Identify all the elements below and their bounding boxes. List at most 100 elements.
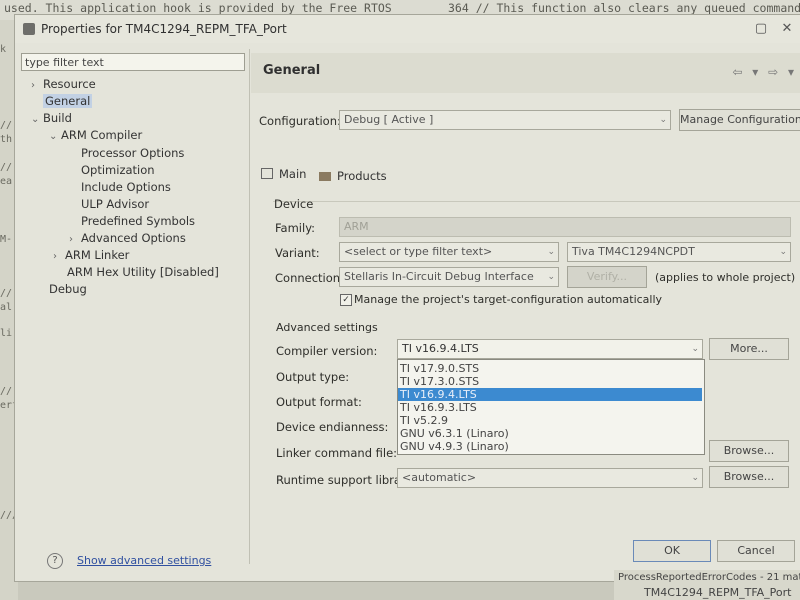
output-format-label: Output format: (276, 395, 362, 409)
dropdown-option[interactable]: GNU v6.3.1 (Linaro) (400, 427, 509, 440)
connection-label: Connection: (275, 271, 344, 285)
browse-linker-button[interactable]: Browse... (709, 440, 789, 462)
runtime-library-select[interactable]: <automatic> ⌄ (397, 468, 703, 488)
chevron-right-icon[interactable]: › (69, 234, 81, 245)
connection-select[interactable]: Stellaris In-Circuit Debug Interface ⌄ (339, 267, 559, 287)
chevron-down-icon: ⌄ (691, 344, 699, 354)
gutter-text: // (0, 162, 13, 173)
maximize-button[interactable]: ▢ (751, 20, 771, 38)
tab-divider (273, 201, 800, 202)
compiler-version-dropdown-list: TI v17.9.0.STS TI v17.3.0.STS TI v16.9.4… (397, 359, 705, 455)
tree-item-include-options[interactable]: Include Options (81, 180, 171, 194)
editor-text-left: used. This application hook is provided … (4, 1, 392, 15)
tree-item-resource[interactable]: › Resource (31, 77, 96, 91)
tree-item-ulp-advisor[interactable]: ULP Advisor (81, 197, 149, 211)
manage-target-checkbox[interactable]: ✓ (340, 294, 352, 306)
navigation-arrows-icon[interactable]: ⇦ ▾ ⇨ ▾ (732, 65, 797, 79)
variant-filter-select[interactable]: <select or type filter text> ⌄ (339, 242, 559, 262)
family-label: Family: (275, 221, 316, 235)
browse-runtime-button[interactable]: Browse... (709, 466, 789, 488)
main-tab-icon (261, 168, 273, 179)
gutter-text: al (0, 302, 13, 313)
dropdown-option-selected[interactable]: TI v16.9.4.LTS (398, 388, 702, 401)
editor-text-right: 364 // This function also clears any que… (448, 1, 800, 15)
gutter-text: // (0, 120, 13, 131)
tree-item-arm-compiler[interactable]: ⌄ ARM Compiler (49, 128, 142, 142)
gutter-text: th (0, 134, 13, 145)
properties-tree: › Resource General ⌄ Build ⌄ ARM Compiler P… (23, 77, 245, 557)
tree-item-build[interactable]: ⌄ Build (31, 111, 72, 125)
cancel-button[interactable]: Cancel (717, 540, 795, 562)
tree-item-debug[interactable]: Debug (49, 282, 87, 296)
variant-select[interactable]: Tiva TM4C1294NCPDT ⌄ (567, 242, 791, 262)
dropdown-option[interactable]: TI v17.9.0.STS (400, 362, 479, 375)
chevron-down-icon: ⌄ (659, 115, 667, 125)
gutter-text: // (0, 386, 13, 397)
gutter-text: M- (0, 234, 13, 245)
tab-products[interactable]: Products (319, 169, 387, 183)
tab-main-label: Main (279, 167, 307, 181)
tree-item-advanced-options[interactable]: › Advanced Options (69, 231, 186, 245)
panel-splitter[interactable] (249, 49, 250, 564)
variant-value: Tiva TM4C1294NCPDT (572, 245, 695, 258)
chevron-down-icon: ⌄ (779, 247, 787, 257)
linker-command-file-label: Linker command file: (276, 446, 398, 460)
device-endianness-label: Device endianness: (276, 420, 389, 434)
chevron-down-icon: ⌄ (547, 247, 555, 257)
tab-products-label: Products (337, 169, 387, 183)
output-type-label: Output type: (276, 370, 350, 384)
search-result-summary: ProcessReportedErrorCodes - 21 matche (618, 572, 800, 583)
dialog-titlebar[interactable]: Properties for TM4C1294_REPM_TFA_Port ▢ … (15, 15, 800, 43)
help-icon[interactable]: ? (47, 553, 63, 569)
variant-filter-value: <select or type filter text> (344, 245, 493, 258)
gutter-text: k (0, 44, 7, 55)
search-result-project[interactable]: TM4C1294_REPM_TFA_Port (644, 586, 791, 599)
device-section-label: Device (274, 197, 314, 211)
manage-target-label: Manage the project's target-configuratio… (354, 293, 663, 306)
chevron-down-icon[interactable]: ⌄ (31, 114, 43, 125)
dropdown-option[interactable]: GNU v4.9.3 (Linaro) (400, 440, 509, 453)
variant-label: Variant: (275, 246, 320, 260)
filter-input[interactable]: type filter text (21, 53, 245, 71)
ok-button[interactable]: OK (633, 540, 711, 562)
configuration-select[interactable]: Debug [ Active ] ⌄ (339, 110, 671, 130)
gutter-text: // (0, 288, 13, 299)
tree-item-predefined-symbols[interactable]: Predefined Symbols (81, 214, 195, 228)
tree-item-arm-hex-utility[interactable]: ARM Hex Utility [Disabled] (67, 265, 219, 279)
runtime-library-label: Runtime support library: (276, 473, 416, 487)
more-button[interactable]: More... (709, 338, 789, 360)
chevron-down-icon: ⌄ (691, 473, 699, 483)
close-button[interactable]: ✕ (777, 20, 797, 38)
compiler-version-value: TI v16.9.4.LTS (402, 342, 479, 355)
panel-header: General ⇦ ▾ ⇨ ▾ (251, 53, 800, 93)
page-title: General (263, 63, 321, 78)
dropdown-option[interactable]: TI v17.3.0.STS (400, 375, 479, 388)
chevron-down-icon[interactable]: ⌄ (49, 131, 61, 142)
dropdown-option[interactable]: TI v16.9.3.LTS (400, 401, 477, 414)
tab-main[interactable]: Main (261, 167, 306, 181)
advanced-settings-label: Advanced settings (276, 321, 378, 334)
properties-dialog: Properties for TM4C1294_REPM_TFA_Port ▢ … (14, 14, 800, 582)
manage-configurations-button[interactable]: Manage Configurations... (679, 109, 800, 131)
tree-item-processor-options[interactable]: Processor Options (81, 146, 184, 160)
connection-value: Stellaris In-Circuit Debug Interface (344, 270, 534, 283)
compiler-version-select[interactable]: TI v16.9.4.LTS ⌄ (397, 339, 703, 359)
products-tab-icon (319, 172, 331, 181)
chevron-right-icon[interactable]: › (53, 251, 65, 262)
verify-button[interactable]: Verify... (567, 266, 647, 288)
dialog-title: Properties for TM4C1294_REPM_TFA_Port (41, 22, 287, 36)
configuration-value: Debug [ Active ] (344, 113, 434, 126)
compiler-version-label: Compiler version: (276, 344, 378, 358)
search-results-strip: ProcessReportedErrorCodes - 21 matche TM… (614, 570, 800, 600)
configuration-label: Configuration: (259, 114, 341, 128)
show-advanced-settings-link[interactable]: Show advanced settings (77, 554, 211, 567)
family-field: ARM (339, 217, 791, 237)
dropdown-option[interactable]: TI v5.2.9 (400, 414, 448, 427)
gutter-text: ea (0, 176, 13, 187)
app-icon (23, 23, 35, 35)
applies-note: (applies to whole project) (655, 271, 796, 284)
tree-item-general[interactable]: General (43, 94, 93, 108)
tree-item-arm-linker[interactable]: › ARM Linker (53, 248, 129, 262)
chevron-right-icon[interactable]: › (31, 80, 43, 91)
tree-item-optimization[interactable]: Optimization (81, 163, 155, 177)
